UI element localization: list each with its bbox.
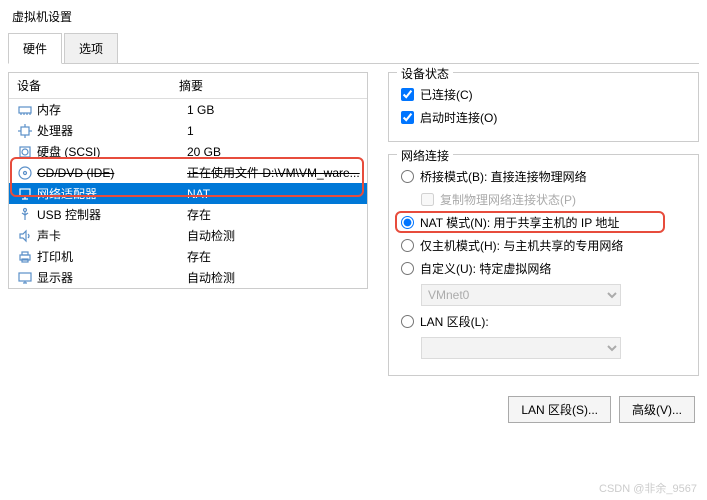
label-connected: 已连接(C) — [420, 86, 473, 103]
device-row-disk[interactable]: 硬盘 (SCSI) 20 GB — [9, 141, 367, 162]
display-icon — [17, 270, 33, 286]
column-header-summary: 摘要 — [179, 77, 367, 94]
device-summary: 20 GB — [187, 145, 367, 159]
label-connect-on-start: 启动时连接(O) — [420, 109, 497, 126]
device-name: 内存 — [37, 101, 187, 118]
printer-icon — [17, 249, 33, 265]
watermark: CSDN @非余_9567 — [599, 480, 697, 496]
label-lan-segment: LAN 区段(L): — [420, 313, 489, 330]
cd-icon — [17, 165, 33, 181]
label-bridge: 桥接模式(B): 直接连接物理网络 — [420, 168, 587, 185]
select-vmnet: VMnet0 — [421, 284, 621, 306]
button-advanced[interactable]: 高级(V)... — [619, 396, 695, 423]
device-row-sound[interactable]: 声卡 自动检测 — [9, 225, 367, 246]
device-name: 打印机 — [37, 248, 187, 265]
device-summary: 1 GB — [187, 103, 367, 117]
tab-hardware[interactable]: 硬件 — [8, 33, 62, 64]
device-row-display[interactable]: 显示器 自动检测 — [9, 267, 367, 288]
select-lan-segment — [421, 337, 621, 359]
device-status-group: 设备状态 已连接(C) 启动时连接(O) — [388, 72, 699, 142]
device-row-usb[interactable]: USB 控制器 存在 — [9, 204, 367, 225]
device-status-legend: 设备状态 — [397, 65, 453, 82]
label-custom: 自定义(U): 特定虚拟网络 — [420, 260, 551, 277]
device-name: CD/DVD (IDE) — [37, 166, 187, 180]
disk-icon — [17, 144, 33, 160]
radio-bridge[interactable] — [401, 170, 414, 183]
device-summary: NAT — [187, 187, 367, 201]
sound-icon — [17, 228, 33, 244]
checkbox-connected[interactable] — [401, 88, 414, 101]
label-replicate: 复制物理网络连接状态(P) — [440, 191, 576, 208]
device-row-network[interactable]: 网络适配器 NAT — [9, 183, 367, 204]
device-row-cd[interactable]: CD/DVD (IDE) 正在使用文件 D:\VM\VM_ware... — [9, 162, 367, 183]
device-name: 处理器 — [37, 122, 187, 139]
checkbox-replicate — [421, 193, 434, 206]
network-connection-legend: 网络连接 — [397, 147, 453, 164]
device-name: 网络适配器 — [37, 185, 187, 202]
device-summary: 正在使用文件 D:\VM\VM_ware... — [187, 164, 367, 181]
checkbox-connect-on-start[interactable] — [401, 111, 414, 124]
memory-icon — [17, 102, 33, 118]
device-name: 显示器 — [37, 269, 187, 286]
radio-hostonly[interactable] — [401, 239, 414, 252]
label-nat: NAT 模式(N): 用于共享主机的 IP 地址 — [420, 214, 619, 231]
column-header-device: 设备 — [9, 77, 179, 94]
device-name: 声卡 — [37, 227, 187, 244]
radio-custom[interactable] — [401, 262, 414, 275]
tab-options[interactable]: 选项 — [64, 33, 118, 63]
device-row-printer[interactable]: 打印机 存在 — [9, 246, 367, 267]
network-connection-group: 网络连接 桥接模式(B): 直接连接物理网络 复制物理网络连接状态(P) NAT… — [388, 154, 699, 376]
window-title: 虚拟机设置 — [0, 0, 707, 33]
radio-nat[interactable] — [401, 216, 414, 229]
device-table: 设备 摘要 内存 1 GB 处理器 1 硬盘 (SCSI) 20 GB CD/D… — [8, 72, 368, 289]
tab-strip: 硬件 选项 — [8, 33, 699, 64]
button-lan-segment[interactable]: LAN 区段(S)... — [508, 396, 611, 423]
device-name: USB 控制器 — [37, 206, 187, 223]
device-summary: 存在 — [187, 248, 367, 265]
cpu-icon — [17, 123, 33, 139]
radio-lan-segment[interactable] — [401, 315, 414, 328]
device-row-memory[interactable]: 内存 1 GB — [9, 99, 367, 120]
label-hostonly: 仅主机模式(H): 与主机共享的专用网络 — [420, 237, 623, 254]
network-icon — [17, 186, 33, 202]
device-summary: 存在 — [187, 206, 367, 223]
device-summary: 自动检测 — [187, 227, 367, 244]
usb-icon — [17, 207, 33, 223]
device-name: 硬盘 (SCSI) — [37, 143, 187, 160]
device-summary: 自动检测 — [187, 269, 367, 286]
device-row-cpu[interactable]: 处理器 1 — [9, 120, 367, 141]
device-summary: 1 — [187, 124, 367, 138]
